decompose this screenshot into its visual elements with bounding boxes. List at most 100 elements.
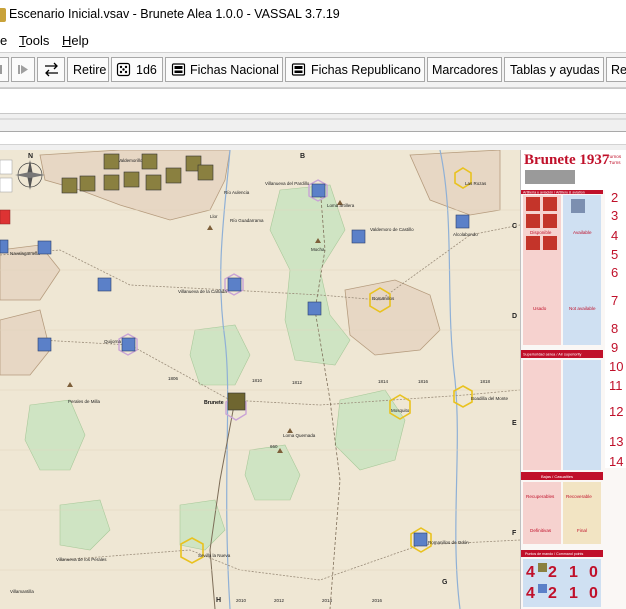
fichas-republicano-button[interactable]: Fichas Republicano bbox=[285, 57, 425, 82]
unit-counter[interactable] bbox=[145, 174, 162, 191]
menu-tools[interactable]: Tools bbox=[19, 33, 49, 48]
panel-photo bbox=[525, 170, 575, 184]
unit-counter[interactable] bbox=[0, 239, 9, 254]
turn-number[interactable]: 10 bbox=[609, 359, 623, 374]
turn-number[interactable]: 12 bbox=[609, 404, 623, 419]
air-counter[interactable] bbox=[543, 236, 557, 250]
column-letter: D bbox=[512, 313, 517, 320]
hex-number: 1818 bbox=[480, 379, 491, 384]
turn-track-panel[interactable]: Brunete 1937 Turnos Turns Artillería y a… bbox=[521, 150, 626, 609]
air-counter[interactable] bbox=[543, 214, 557, 228]
turn-number[interactable]: 8 bbox=[611, 321, 618, 336]
menu-help[interactable]: Help bbox=[62, 33, 89, 48]
turn-number[interactable]: 3 bbox=[611, 208, 618, 223]
column-letter: C bbox=[512, 223, 517, 230]
unit-counter[interactable] bbox=[61, 177, 78, 194]
step-back-icon bbox=[0, 65, 2, 74]
hex-number: 1806 bbox=[168, 376, 179, 381]
artillery-label: Artillería y aviación / Artillery & avia… bbox=[523, 191, 585, 195]
turn-number[interactable]: 9 bbox=[611, 340, 618, 355]
unit-counter[interactable] bbox=[121, 337, 136, 352]
unit-counter[interactable] bbox=[351, 229, 366, 244]
menu-file[interactable]: e bbox=[0, 33, 7, 48]
command-points-label: Puntos de mando / Command points bbox=[525, 552, 584, 556]
game-map[interactable]: N B C D E F G H Valdemorillo Villanueva … bbox=[0, 150, 520, 609]
place-label: Mocha bbox=[311, 247, 325, 252]
map-window[interactable]: N B C D E F G H Valdemorillo Villanueva … bbox=[0, 150, 626, 609]
unit-counter[interactable] bbox=[103, 174, 120, 191]
retire-label: Retire bbox=[73, 63, 107, 77]
app-icon bbox=[0, 8, 6, 22]
air-counter[interactable] bbox=[543, 197, 557, 211]
svg-text:N: N bbox=[28, 153, 33, 160]
turn-number[interactable]: 5 bbox=[611, 247, 618, 262]
turn-number[interactable]: 6 bbox=[611, 265, 618, 280]
unit-counter[interactable] bbox=[227, 277, 242, 292]
die-roll-button[interactable]: 1d6 bbox=[111, 57, 163, 82]
chat-log[interactable] bbox=[0, 88, 626, 114]
map-edge-chit[interactable] bbox=[0, 209, 11, 225]
map-edge-chit[interactable] bbox=[0, 177, 13, 193]
air-counter[interactable] bbox=[526, 214, 540, 228]
command-point-value: 4 bbox=[526, 585, 535, 602]
turn-number[interactable]: 2 bbox=[611, 190, 618, 205]
turnos-label: Turnos bbox=[607, 154, 622, 159]
turn-number[interactable]: 4 bbox=[611, 228, 618, 243]
fichas-nacional-button[interactable]: Fichas Nacional bbox=[165, 57, 283, 82]
place-label: Alcolabondo bbox=[453, 232, 478, 237]
unit-counter[interactable] bbox=[141, 153, 158, 170]
unit-counter[interactable] bbox=[311, 183, 326, 198]
unit-counter[interactable] bbox=[455, 214, 470, 229]
counter-tray-icon bbox=[171, 63, 186, 76]
place-label: Perales de Milla bbox=[68, 399, 101, 404]
hex-number: 1812 bbox=[292, 380, 303, 385]
menu-help-mnemonic: H bbox=[62, 33, 72, 48]
hex-number: 1814 bbox=[378, 379, 389, 384]
hex-number: 2012 bbox=[274, 598, 285, 603]
die-roll-label: 1d6 bbox=[136, 63, 157, 77]
unit-counter[interactable] bbox=[227, 392, 246, 411]
column-letter: E bbox=[512, 420, 517, 427]
marcadores-button[interactable]: Marcadores bbox=[427, 57, 502, 82]
retire-button[interactable]: Retire bbox=[67, 57, 109, 82]
unit-counter[interactable] bbox=[165, 167, 182, 184]
hex-number: 1816 bbox=[418, 379, 429, 384]
command-point-value: 0 bbox=[589, 564, 598, 581]
step-forward-button[interactable] bbox=[11, 57, 35, 82]
not-available-label: Not available bbox=[569, 306, 596, 311]
overflow-label: Re bbox=[611, 63, 626, 77]
step-back-button[interactable] bbox=[0, 57, 9, 82]
chat-input[interactable] bbox=[0, 131, 626, 145]
turn-number[interactable]: 14 bbox=[609, 454, 623, 469]
unit-counter[interactable] bbox=[79, 175, 96, 192]
unit-counter[interactable] bbox=[307, 301, 322, 316]
swap-sides-button[interactable] bbox=[37, 57, 65, 82]
unit-counter[interactable] bbox=[413, 532, 428, 547]
hex-number: 2014 bbox=[322, 598, 333, 603]
air-counter[interactable] bbox=[526, 197, 540, 211]
unit-counter[interactable] bbox=[123, 171, 140, 188]
panel-title: Brunete 1937 bbox=[524, 152, 610, 168]
turn-number[interactable]: 11 bbox=[609, 378, 623, 393]
available-box bbox=[563, 195, 601, 345]
air-counter[interactable] bbox=[571, 199, 585, 213]
command-marker[interactable] bbox=[538, 563, 547, 572]
overflow-button[interactable]: Re bbox=[606, 57, 626, 82]
unit-counter[interactable] bbox=[103, 153, 120, 170]
casualties-nat-box bbox=[523, 482, 561, 544]
unit-counter[interactable] bbox=[37, 337, 52, 352]
air-counter[interactable] bbox=[526, 236, 540, 250]
unit-counter[interactable] bbox=[197, 164, 214, 181]
place-label: Quijorna bbox=[104, 339, 122, 344]
tablas-label: Tablas y ayudas bbox=[510, 63, 600, 77]
map-edge-chit[interactable] bbox=[0, 159, 13, 175]
unit-counter[interactable] bbox=[37, 240, 52, 255]
disponible-label: Disponible bbox=[530, 230, 552, 235]
unit-counter[interactable] bbox=[97, 277, 112, 292]
turn-number[interactable]: 7 bbox=[611, 293, 618, 308]
turn-number[interactable]: 13 bbox=[609, 434, 623, 449]
tablas-button[interactable]: Tablas y ayudas bbox=[504, 57, 604, 82]
command-point-value: 1 bbox=[569, 585, 578, 602]
splitter[interactable] bbox=[0, 118, 626, 120]
command-marker[interactable] bbox=[538, 584, 547, 593]
